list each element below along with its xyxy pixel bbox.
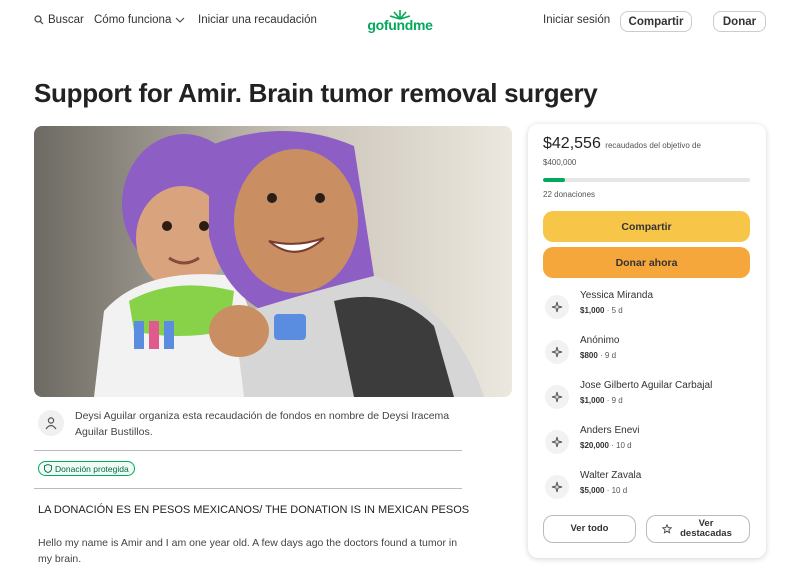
list-item: Anónimo $800 · 9 d bbox=[543, 335, 753, 369]
donor-name: Anders Enevi bbox=[580, 425, 640, 436]
shield-icon bbox=[44, 464, 52, 473]
donation-meta: $20,000 · 10 d bbox=[580, 441, 632, 450]
see-top-button[interactable]: Ver destacadas bbox=[646, 515, 750, 543]
donor-name: Jose Gilberto Aguilar Carbajal bbox=[580, 380, 713, 391]
list-item: Anders Enevi $20,000 · 10 d bbox=[543, 425, 753, 459]
donation-hand-icon bbox=[545, 385, 569, 409]
page-title: Support for Amir. Brain tumor removal su… bbox=[34, 78, 598, 108]
donation-time: 10 d bbox=[611, 486, 628, 495]
header-donate-button[interactable]: Donar bbox=[713, 11, 766, 32]
donor-name: Yessica Miranda bbox=[580, 290, 654, 301]
divider bbox=[34, 488, 462, 489]
donation-time: 9 d bbox=[604, 351, 617, 360]
organizer-text: Deysi Aguilar organiza esta recaudación … bbox=[75, 410, 450, 438]
campaign-photo[interactable] bbox=[34, 126, 512, 397]
login-label: Iniciar sesión bbox=[543, 14, 611, 26]
donor-name: Anónimo bbox=[580, 335, 620, 346]
start-fundraiser-label: Iniciar una recaudación bbox=[198, 14, 317, 26]
donation-meta: $5,000 · 10 d bbox=[580, 486, 628, 495]
donation-card: $42,556 recaudados del objetivo de $400,… bbox=[528, 124, 766, 558]
raised-summary: $42,556 recaudados del objetivo de bbox=[543, 135, 753, 152]
user-icon bbox=[38, 410, 64, 436]
donation-meta: $1,000 · 5 d bbox=[580, 306, 623, 315]
list-item: Walter Zavala $5,000 · 10 d bbox=[543, 470, 753, 504]
how-it-works-menu[interactable]: Cómo funciona bbox=[94, 14, 185, 26]
donation-amount: $1,000 bbox=[580, 306, 605, 315]
story-text: Hello my name is Amir and I am one year … bbox=[38, 537, 458, 565]
donation-time: 5 d bbox=[611, 306, 623, 315]
share-button[interactable]: Compartir bbox=[543, 211, 750, 242]
donate-now-button[interactable]: Donar ahora bbox=[543, 247, 750, 278]
donation-amount: $20,000 bbox=[580, 441, 609, 450]
donation-amount: $800 bbox=[580, 351, 598, 360]
top-nav: Buscar Cómo funciona Iniciar una recauda… bbox=[0, 0, 800, 42]
chevron-down-icon bbox=[175, 17, 185, 23]
star-icon bbox=[662, 524, 672, 534]
progress-bar bbox=[543, 178, 750, 182]
logo-text: gofundme bbox=[367, 17, 433, 33]
donation-amount: $5,000 bbox=[580, 486, 605, 495]
start-fundraiser-link[interactable]: Iniciar una recaudación bbox=[198, 14, 317, 26]
login-link[interactable]: Iniciar sesión bbox=[543, 14, 610, 26]
campaign-photo-image bbox=[34, 126, 512, 397]
story-heading: LA DONACIÓN ES EN PESOS MEXICANOS/ THE D… bbox=[38, 504, 470, 516]
search-label: Buscar bbox=[48, 14, 84, 26]
donations-count: 22 donaciones bbox=[543, 190, 596, 199]
see-all-button[interactable]: Ver todo bbox=[543, 515, 636, 543]
goal-amount: $400,000 bbox=[543, 158, 577, 167]
donation-time: 9 d bbox=[611, 396, 623, 405]
donation-hand-icon bbox=[545, 340, 569, 364]
donation-meta: $800 · 9 d bbox=[580, 351, 617, 360]
search-link[interactable]: Buscar bbox=[34, 14, 84, 26]
donation-hand-icon bbox=[545, 295, 569, 319]
divider bbox=[34, 450, 462, 451]
see-top-label: Ver destacadas bbox=[680, 518, 732, 539]
gofundme-logo[interactable]: gofundme bbox=[364, 9, 436, 33]
raised-amount: $42,556 bbox=[543, 135, 601, 152]
list-item: Jose Gilberto Aguilar Carbajal $1,000 · … bbox=[543, 380, 753, 414]
protected-donation-label: Donación protegida bbox=[55, 463, 129, 474]
progress-bar-fill bbox=[543, 178, 565, 182]
raised-text: recaudados del objetivo de bbox=[605, 141, 701, 150]
list-item: Yessica Miranda $1,000 · 5 d bbox=[543, 290, 753, 324]
donation-meta: $1,000 · 9 d bbox=[580, 396, 623, 405]
donation-amount: $1,000 bbox=[580, 396, 605, 405]
donation-hand-icon bbox=[545, 475, 569, 499]
search-icon bbox=[34, 15, 44, 25]
header-share-button[interactable]: Compartir bbox=[620, 11, 692, 32]
donor-name: Walter Zavala bbox=[580, 470, 642, 481]
protected-donation-badge[interactable]: Donación protegida bbox=[38, 461, 135, 476]
donation-time: 10 d bbox=[616, 441, 632, 450]
donation-hand-icon bbox=[545, 430, 569, 454]
how-it-works-label: Cómo funciona bbox=[94, 14, 172, 26]
